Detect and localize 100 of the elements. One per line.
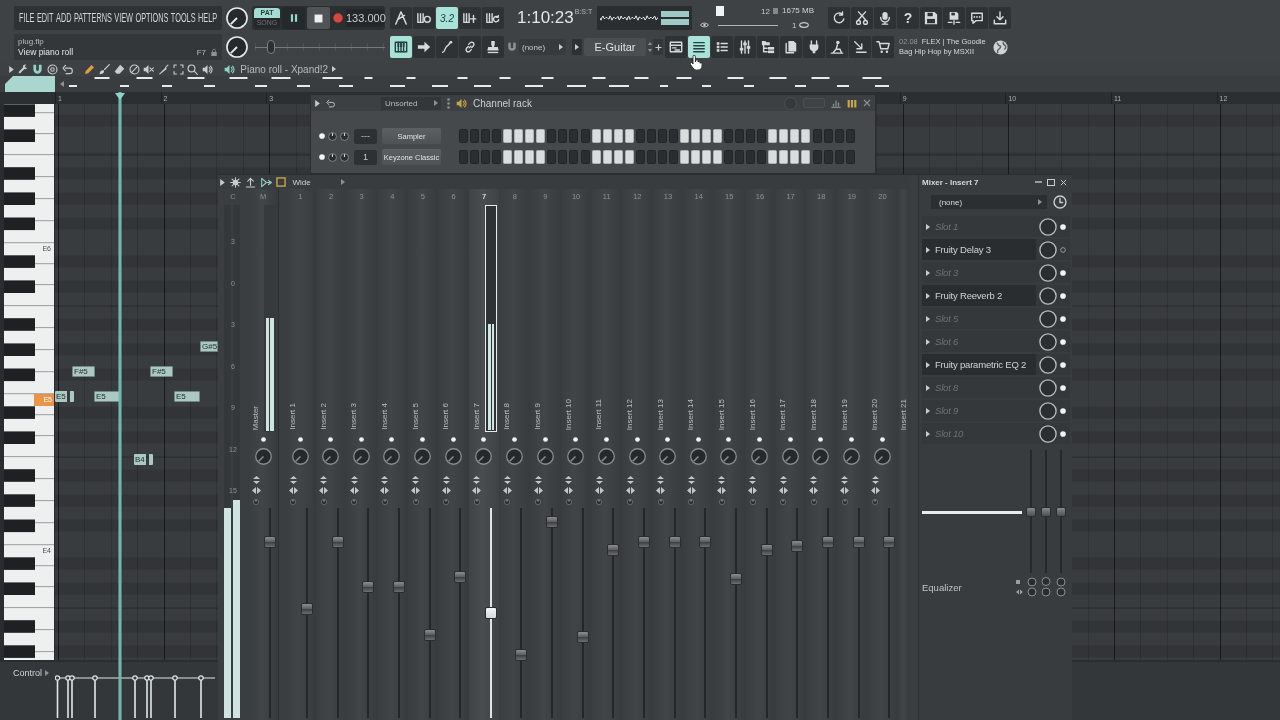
slider-thumb[interactable]: [267, 40, 276, 54]
effect-slot[interactable]: Fruity parametric EQ 2: [922, 354, 1036, 375]
step-button[interactable]: [801, 129, 811, 143]
pan-knob-icon[interactable]: [352, 448, 370, 465]
step-button[interactable]: [525, 129, 535, 143]
updown-arrows-icon[interactable]: [871, 476, 879, 484]
small-knob-icon[interactable]: [688, 499, 695, 505]
menu-item[interactable]: VIEW: [114, 11, 134, 25]
updown-arrows-icon[interactable]: [381, 476, 389, 484]
small-knob-icon[interactable]: [780, 499, 787, 505]
menu-item[interactable]: ADD: [56, 11, 72, 25]
pan-knob-icon[interactable]: [254, 448, 272, 465]
window-button[interactable]: [711, 36, 733, 58]
step-button[interactable]: [624, 129, 634, 143]
led-icon[interactable]: [818, 437, 824, 442]
led-icon[interactable]: [1060, 430, 1066, 437]
magnet-icon[interactable]: [32, 63, 44, 75]
updown-arrows-icon[interactable]: [749, 476, 757, 484]
step-button[interactable]: [801, 150, 811, 164]
record-option-button[interactable]: [413, 7, 435, 29]
updown-arrows-icon[interactable]: [289, 476, 297, 484]
speaker-icon[interactable]: [456, 97, 467, 109]
view-mode-label[interactable]: Wide: [292, 177, 311, 187]
leftright-arrows-icon[interactable]: [625, 487, 635, 494]
pattern-menu-button[interactable]: [572, 39, 582, 55]
led-icon[interactable]: [573, 437, 579, 442]
leftright-arrows-icon[interactable]: [380, 487, 390, 494]
toolbar-button[interactable]: [851, 7, 873, 29]
step-button[interactable]: [702, 129, 712, 143]
pan-knob-icon[interactable]: [628, 448, 646, 465]
window-button[interactable]: [688, 36, 710, 58]
pan-knob-icon[interactable]: [781, 448, 799, 465]
record-option-button[interactable]: [459, 7, 481, 29]
fader-handle[interactable]: [760, 543, 773, 556]
small-knob-icon[interactable]: [443, 499, 450, 505]
updown-arrows-icon[interactable]: [504, 476, 511, 484]
fader-handle[interactable]: [607, 543, 620, 556]
fader-handle[interactable]: [638, 535, 651, 548]
step-button[interactable]: [602, 129, 612, 143]
step-button[interactable]: [503, 129, 513, 143]
updown-arrows-icon[interactable]: [442, 476, 450, 484]
fader-handle[interactable]: [729, 573, 742, 586]
pan-knob-icon[interactable]: [444, 448, 462, 465]
led-icon[interactable]: [1060, 292, 1066, 299]
small-knob-icon[interactable]: [872, 499, 879, 505]
led-icon[interactable]: [849, 437, 855, 442]
add-pattern-button[interactable]: [653, 39, 663, 55]
piano-keyboard[interactable]: [4, 104, 54, 660]
menu-item[interactable]: PATTERNS: [73, 11, 112, 25]
led-icon[interactable]: [787, 437, 793, 442]
menu-item[interactable]: FILE: [19, 11, 35, 25]
toolbar-button[interactable]: [943, 7, 965, 29]
mix-knob-icon[interactable]: [1039, 263, 1057, 282]
view-button[interactable]: [436, 36, 458, 58]
mix-knob-icon[interactable]: [1039, 309, 1057, 328]
window-button[interactable]: [757, 36, 779, 58]
leftright-arrows-icon[interactable]: [717, 487, 727, 494]
window-button[interactable]: [803, 36, 825, 58]
updown-arrows-icon[interactable]: [657, 476, 665, 484]
led-icon[interactable]: [481, 437, 487, 442]
leftright-arrows-icon[interactable]: [686, 487, 696, 494]
leftright-arrows-icon[interactable]: [441, 487, 451, 494]
mix-knob-icon[interactable]: [1039, 217, 1057, 236]
window-button[interactable]: [826, 36, 848, 58]
led-icon[interactable]: [603, 437, 609, 442]
menu-item[interactable]: HELP: [198, 11, 218, 25]
bar-graph-icon[interactable]: [831, 98, 841, 108]
effect-slot[interactable]: Fruity Delay 3: [922, 239, 1036, 260]
eq-slider-handle[interactable]: [1056, 506, 1066, 517]
step-button[interactable]: [624, 150, 634, 164]
caret-left-icon[interactable]: [60, 81, 64, 87]
fader-handle[interactable]: [264, 535, 276, 548]
led-icon[interactable]: [634, 437, 640, 442]
led-icon[interactable]: [319, 154, 325, 160]
updown-arrows-icon[interactable]: [350, 476, 358, 484]
mute-icon[interactable]: [143, 63, 155, 75]
close-icon[interactable]: [1060, 178, 1067, 186]
globe-icon[interactable]: [993, 39, 1008, 55]
record-option-button[interactable]: [482, 7, 504, 29]
target-icon[interactable]: [47, 63, 59, 75]
small-knob-icon[interactable]: [504, 499, 511, 505]
led-icon[interactable]: [695, 437, 701, 442]
pan-knob-icon[interactable]: [322, 448, 340, 465]
step-button[interactable]: [713, 150, 723, 164]
step-button[interactable]: [691, 150, 700, 164]
pan-knob-icon[interactable]: [720, 448, 738, 465]
mix-knob-icon[interactable]: [1039, 286, 1057, 305]
window-button[interactable]: [849, 36, 871, 58]
view-button[interactable]: [482, 36, 504, 58]
fader-handle[interactable]: [668, 535, 681, 548]
knobs-icon[interactable]: [1016, 577, 1066, 597]
led-icon[interactable]: [1060, 223, 1066, 230]
step-button[interactable]: [691, 129, 700, 143]
step-button[interactable]: [525, 150, 535, 164]
fader-handle[interactable]: [883, 535, 896, 548]
spin-arrows-icon[interactable]: [648, 42, 652, 52]
mix-knob-icon[interactable]: [1039, 332, 1057, 351]
step-button[interactable]: [591, 150, 601, 164]
record-option-button[interactable]: [390, 7, 412, 29]
fader-handle[interactable]: [423, 628, 436, 641]
